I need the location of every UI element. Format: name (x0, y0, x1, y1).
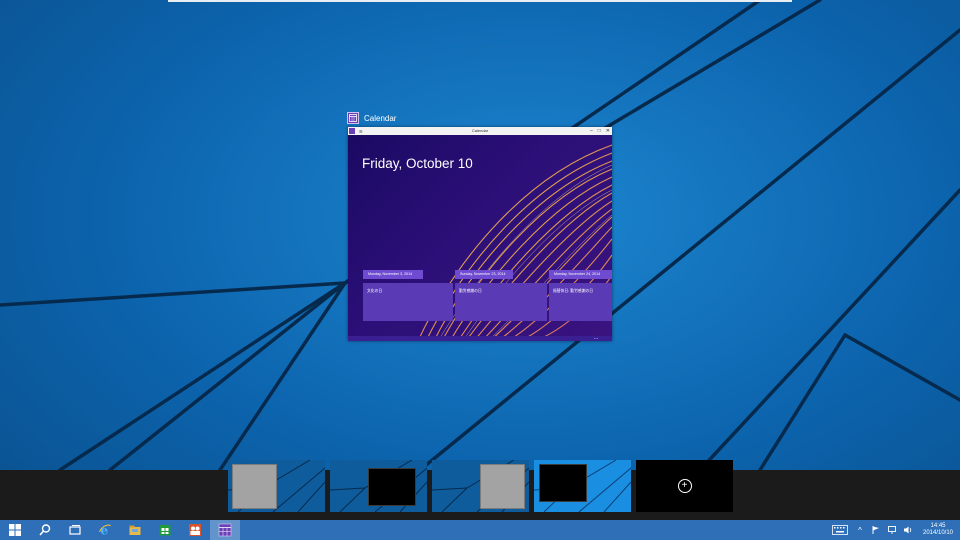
window-titlebar: ☰ Calendar – □ ✕ (348, 127, 612, 135)
network-button[interactable] (884, 520, 900, 540)
internet-explorer-icon: e (99, 524, 111, 537)
store-icon (159, 525, 171, 536)
taskbar-file-explorer[interactable] (120, 520, 150, 540)
taskbar-people[interactable] (180, 520, 210, 540)
event-date-2: Sunday, November 23, 2014 (455, 270, 513, 279)
show-hidden-icons-button[interactable]: ^ (852, 520, 868, 540)
calendar-window-thumbnail[interactable]: ☰ Calendar – □ ✕ Friday, October 10 Mond… (348, 127, 612, 341)
task-view-icon (69, 525, 81, 535)
network-icon (888, 526, 896, 534)
virtual-desktop-2[interactable] (330, 460, 427, 512)
window-thumbnail (539, 464, 587, 502)
task-window-label[interactable]: Calendar (347, 110, 396, 126)
close-icon[interactable]: ✕ (606, 127, 610, 135)
top-edge-bar (168, 0, 792, 2)
event-card-2[interactable]: 勤労感謝の日 (455, 283, 547, 321)
event-card-1[interactable]: 文化の日 (363, 283, 453, 321)
search-button[interactable] (30, 520, 60, 540)
windows-logo-icon (9, 524, 21, 536)
clock-date: 2014/10/10 (922, 530, 954, 536)
minimize-icon[interactable]: – (590, 127, 593, 135)
window-thumbnail (368, 468, 416, 506)
flag-icon (872, 526, 879, 534)
virtual-desktop-3[interactable] (432, 460, 529, 512)
window-title: Calendar (471, 128, 489, 133)
start-button[interactable] (0, 520, 30, 540)
calendar-icon (347, 112, 359, 124)
window-thumbnail (480, 464, 525, 509)
event-date-1: Monday, November 3, 2014 (363, 270, 423, 279)
calendar-icon (218, 523, 232, 537)
new-desktop-button[interactable]: + (636, 460, 733, 512)
event-title-3: 振替休日: 勤労感謝の日 (553, 289, 594, 293)
taskbar-internet-explorer[interactable]: e (90, 520, 120, 540)
calendar-body: Friday, October 10 Monday, November 3, 2… (348, 135, 612, 341)
event-title-2: 勤労感謝の日 (459, 289, 482, 293)
event-title-1: 文化の日 (367, 289, 383, 293)
clock-time: 14:45 (930, 523, 946, 529)
task-window-title: Calendar (364, 113, 397, 123)
more-options-icon[interactable]: ... (594, 336, 598, 341)
task-view-button[interactable] (60, 520, 90, 540)
system-tray: ^ 14:45 2014/10/10 (828, 520, 960, 540)
keyboard-icon (832, 525, 848, 535)
event-card-3[interactable]: 振替休日: 勤労感謝の日 (549, 283, 612, 321)
taskbar-calendar[interactable] (210, 520, 240, 540)
volume-button[interactable] (900, 520, 916, 540)
taskbar-store[interactable] (150, 520, 180, 540)
action-center-button[interactable] (868, 520, 884, 540)
window-thumbnail (232, 464, 277, 509)
taskbar: e (0, 520, 960, 540)
volume-icon (904, 526, 912, 534)
keyboard-button[interactable] (828, 520, 852, 540)
virtual-desktop-1[interactable] (228, 460, 325, 512)
app-bar (348, 336, 612, 341)
clock[interactable]: 14:45 2014/10/10 (916, 523, 960, 537)
date-heading: Friday, October 10 (362, 156, 473, 171)
event-date-3: Monday, November 24, 2014 (549, 270, 612, 279)
maximize-icon[interactable]: □ (598, 127, 601, 135)
add-icon: + (677, 479, 692, 493)
virtual-desktop-4[interactable] (534, 460, 631, 512)
file-explorer-icon (129, 525, 141, 535)
search-icon (39, 524, 51, 536)
people-icon (189, 524, 201, 536)
